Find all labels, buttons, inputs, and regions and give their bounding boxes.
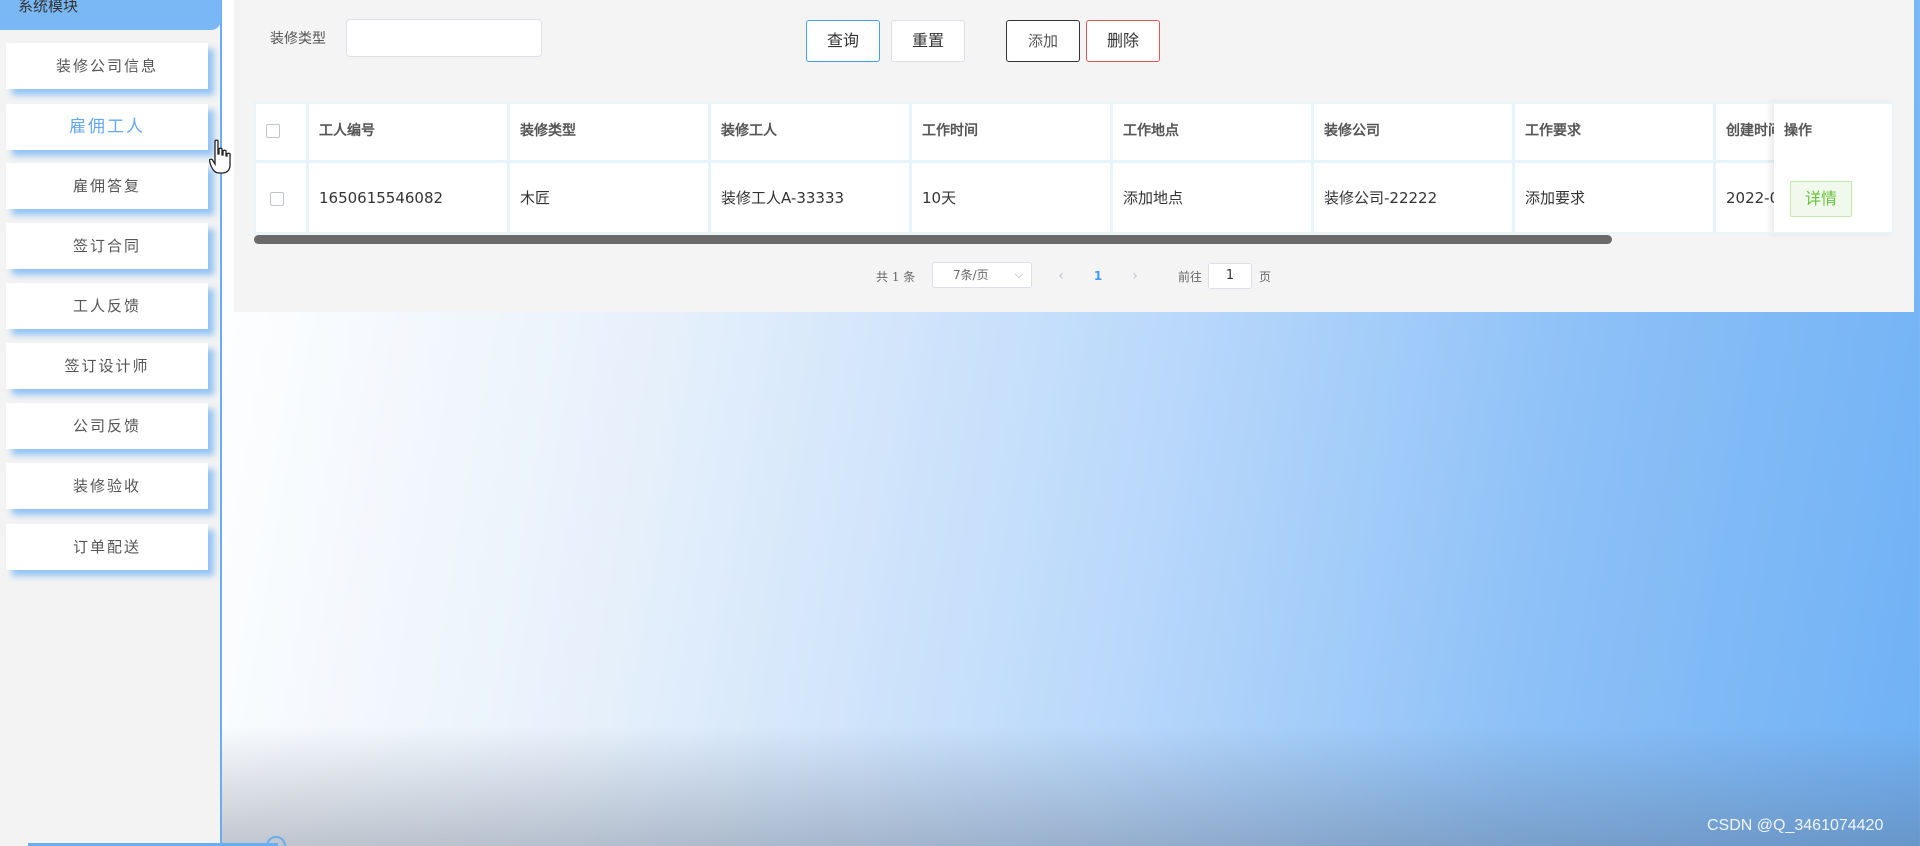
row-checkbox[interactable] <box>270 192 284 206</box>
scroll-handle[interactable] <box>266 836 286 846</box>
table-row: 1650615546082 木匠 装修工人A-33333 10天 添加地点 装修… <box>254 163 1894 233</box>
header-requirements[interactable]: 工作要求 <box>1515 102 1716 160</box>
page-number-1[interactable]: 1 <box>1082 262 1114 290</box>
sidebar-item-company-info[interactable]: 装修公司信息 <box>6 43 208 89</box>
sidebar-header: 系统模块 <box>0 0 221 30</box>
header-select-cell <box>254 102 309 160</box>
cell-worker-id: 1650615546082 <box>309 163 510 233</box>
cell-decoration-type: 木匠 <box>510 163 711 233</box>
header-worker[interactable]: 装修工人 <box>711 102 912 160</box>
header-decoration-type[interactable]: 装修类型 <box>510 102 711 160</box>
add-button[interactable]: 添加 <box>1006 20 1080 62</box>
query-button[interactable]: 查询 <box>806 20 880 62</box>
cell-requirements: 添加要求 <box>1515 163 1716 233</box>
data-table: 工人编号 装修类型 装修工人 工作时间 工作地点 装修公司 工作要求 创建时间 … <box>254 102 1894 234</box>
table-header: 工人编号 装修类型 装修工人 工作时间 工作地点 装修公司 工作要求 创建时间 <box>254 102 1894 160</box>
sidebar-item-worker-feedback[interactable]: 工人反馈 <box>6 283 208 329</box>
page-size-value: 7条/页 <box>953 268 989 282</box>
background-shade <box>0 726 1920 846</box>
header-work-location[interactable]: 工作地点 <box>1113 102 1314 160</box>
sidebar-item-company-feedback[interactable]: 公司反馈 <box>6 403 208 449</box>
header-company[interactable]: 装修公司 <box>1314 102 1515 160</box>
operations-column: 操作 详情 <box>1774 102 1894 234</box>
header-worker-id[interactable]: 工人编号 <box>309 102 510 160</box>
goto-label: 前往 <box>1178 270 1203 284</box>
search-label: 装修类型 <box>270 31 326 47</box>
hand-cursor-icon <box>209 139 231 174</box>
sidebar: 系统模块 装修公司信息 雇佣工人 雇佣答复 签订合同 工人反馈 签订设计师 公司… <box>0 0 222 846</box>
cell-worker: 装修工人A-33333 <box>711 163 912 233</box>
cell-work-time: 10天 <box>912 163 1113 233</box>
header-operations: 操作 <box>1784 123 1812 139</box>
sidebar-item-acceptance[interactable]: 装修验收 <box>6 463 208 509</box>
pagination-total: 共 1 条 <box>876 270 916 284</box>
watermark: CSDN @Q_3461074420 <box>1707 817 1884 834</box>
reset-button[interactable]: 重置 <box>891 20 965 62</box>
delete-button[interactable]: 删除 <box>1086 20 1160 62</box>
detail-button[interactable]: 详情 <box>1790 181 1852 217</box>
row-select-cell <box>254 163 309 233</box>
cell-work-location: 添加地点 <box>1113 163 1314 233</box>
page-suffix-label: 页 <box>1259 270 1272 284</box>
page-size-select[interactable]: 7条/页 ⌵ <box>932 262 1032 288</box>
prev-page-button[interactable]: ‹ <box>1046 262 1076 290</box>
sidebar-item-sign-contract[interactable]: 签订合同 <box>6 223 208 269</box>
search-input[interactable] <box>346 19 542 57</box>
chevron-down-icon: ⌵ <box>1014 268 1023 281</box>
goto-page-input[interactable]: 1 <box>1208 263 1252 289</box>
select-all-checkbox[interactable] <box>266 124 280 138</box>
next-page-button[interactable]: › <box>1120 262 1150 290</box>
cell-company: 装修公司-22222 <box>1314 163 1515 233</box>
sidebar-item-order-delivery[interactable]: 订单配送 <box>6 524 208 570</box>
horizontal-scrollbar[interactable] <box>254 235 1612 244</box>
header-work-time[interactable]: 工作时间 <box>912 102 1113 160</box>
sidebar-item-hire-workers[interactable]: 雇佣工人 <box>6 104 208 150</box>
sidebar-item-sign-designer[interactable]: 签订设计师 <box>6 343 208 389</box>
main-panel: 装修类型 查询 重置 添加 删除 工人编号 装修类型 装修工人 工作时间 工作地… <box>234 0 1914 312</box>
sidebar-item-hire-reply[interactable]: 雇佣答复 <box>6 163 208 209</box>
